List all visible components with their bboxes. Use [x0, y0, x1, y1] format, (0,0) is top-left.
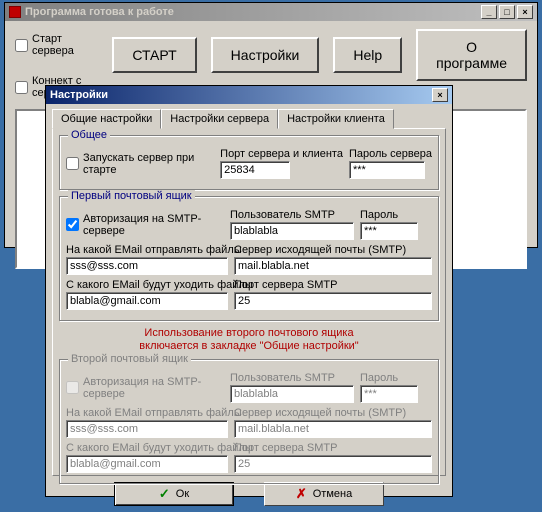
- mb1-sendto-label: На какой EMail отправлять файлы: [66, 244, 228, 256]
- mb2-smtpauth-checkbox: [66, 381, 79, 394]
- mb1-smtpauth-checkbox[interactable]: [66, 218, 79, 231]
- dialog-close-button[interactable]: ×: [432, 88, 448, 102]
- app-icon: [9, 6, 21, 18]
- mb1-pass-label: Пароль: [360, 209, 418, 221]
- tab-panel-server: Общее Запускать сервер при старте Порт с…: [52, 128, 446, 476]
- mb1-port-input[interactable]: [234, 292, 432, 310]
- mb2-from-input: [66, 455, 228, 473]
- server-pass-input[interactable]: [349, 161, 425, 179]
- mb2-from-label: С какого EMail будут уходить файлы: [66, 442, 228, 454]
- autostart-check[interactable]: Запускать сервер при старте: [66, 152, 214, 176]
- mb2-smtpauth-label: Авторизация на SMTP-сервере: [83, 376, 224, 400]
- server-pass-label: Пароль сервера: [349, 148, 432, 160]
- mb1-smtpauth-label: Авторизация на SMTP-сервере: [83, 213, 224, 237]
- mb2-sendto-input: [66, 420, 228, 438]
- group-general: Общее Запускать сервер при старте Порт с…: [59, 135, 439, 190]
- ok-label: Ок: [176, 488, 189, 500]
- tab-client[interactable]: Настройки клиента: [278, 109, 394, 129]
- group-mailbox1-title: Первый почтовый ящик: [68, 190, 195, 202]
- autostart-label: Запускать сервер при старте: [83, 152, 214, 176]
- mb2-sendto-label: На какой EMail отправлять файлы: [66, 407, 228, 419]
- start-button[interactable]: СТАРТ: [112, 37, 196, 73]
- main-titlebar: Программа готова к работе _ □ ×: [5, 3, 537, 21]
- mb1-pass-input[interactable]: [360, 222, 418, 240]
- settings-tabs: Общие настройки Настройки сервера Настро…: [52, 108, 446, 128]
- mb2-port-input: [234, 455, 432, 473]
- group-mailbox2-title: Второй почтовый ящик: [68, 353, 191, 365]
- tab-general[interactable]: Общие настройки: [52, 109, 161, 129]
- cancel-label: Отмена: [313, 488, 352, 500]
- mb1-from-label: С какого EMail будут уходить файлы: [66, 279, 228, 291]
- autostart-checkbox[interactable]: [66, 157, 79, 170]
- maximize-button[interactable]: □: [499, 5, 515, 19]
- close-button[interactable]: ×: [517, 5, 533, 19]
- mb1-user-input[interactable]: [230, 222, 354, 240]
- mb2-pass-input: [360, 385, 418, 403]
- cancel-button[interactable]: ✗ Отмена: [264, 482, 384, 506]
- port-label: Порт сервера и клиента: [220, 148, 343, 160]
- start-server-checkbox[interactable]: [15, 39, 28, 52]
- mb2-smtpauth-check: Авторизация на SMTP-сервере: [66, 376, 224, 400]
- mb2-user-input: [230, 385, 354, 403]
- about-button[interactable]: О программе: [416, 29, 527, 81]
- start-server-check[interactable]: Старт сервера: [15, 33, 98, 57]
- mb1-from-input[interactable]: [66, 292, 228, 310]
- settings-dialog: Настройки × Общие настройки Настройки се…: [45, 85, 453, 497]
- group-mailbox1: Первый почтовый ящик Авторизация на SMTP…: [59, 196, 439, 321]
- note-line2: включается в закладке "Общие настройки": [139, 340, 358, 352]
- connect-server-checkbox[interactable]: [15, 81, 28, 94]
- mb2-pass-label: Пароль: [360, 372, 418, 384]
- ok-button[interactable]: ✓ Ок: [114, 482, 234, 506]
- mb1-user-label: Пользователь SMTP: [230, 209, 354, 221]
- mailbox2-note: Использование второго почтового ящика вк…: [59, 327, 439, 353]
- mb1-sendto-input[interactable]: [66, 257, 228, 275]
- note-line1: Использование второго почтового ящика: [144, 327, 353, 339]
- settings-title: Настройки: [50, 89, 108, 101]
- main-title: Программа готова к работе: [25, 6, 174, 18]
- mb1-port-label: Порт сервера SMTP: [234, 279, 432, 291]
- mb2-port-label: Порт сервера SMTP: [234, 442, 432, 454]
- mb2-smtp-label: Сервер исходящей почты (SMTP): [234, 407, 432, 419]
- settings-button[interactable]: Настройки: [211, 37, 320, 73]
- mb1-smtp-input[interactable]: [234, 257, 432, 275]
- settings-titlebar: Настройки ×: [46, 86, 452, 104]
- group-mailbox2: Второй почтовый ящик Авторизация на SMTP…: [59, 359, 439, 484]
- mb2-user-label: Пользователь SMTP: [230, 372, 354, 384]
- port-input[interactable]: [220, 161, 290, 179]
- mb1-smtp-label: Сервер исходящей почты (SMTP): [234, 244, 432, 256]
- minimize-button[interactable]: _: [481, 5, 497, 19]
- help-button[interactable]: Help: [333, 37, 402, 73]
- start-server-label: Старт сервера: [32, 33, 98, 57]
- mb1-smtpauth-check[interactable]: Авторизация на SMTP-сервере: [66, 213, 224, 237]
- tab-server[interactable]: Настройки сервера: [161, 109, 278, 129]
- mb2-smtp-input: [234, 420, 432, 438]
- group-general-title: Общее: [68, 129, 110, 141]
